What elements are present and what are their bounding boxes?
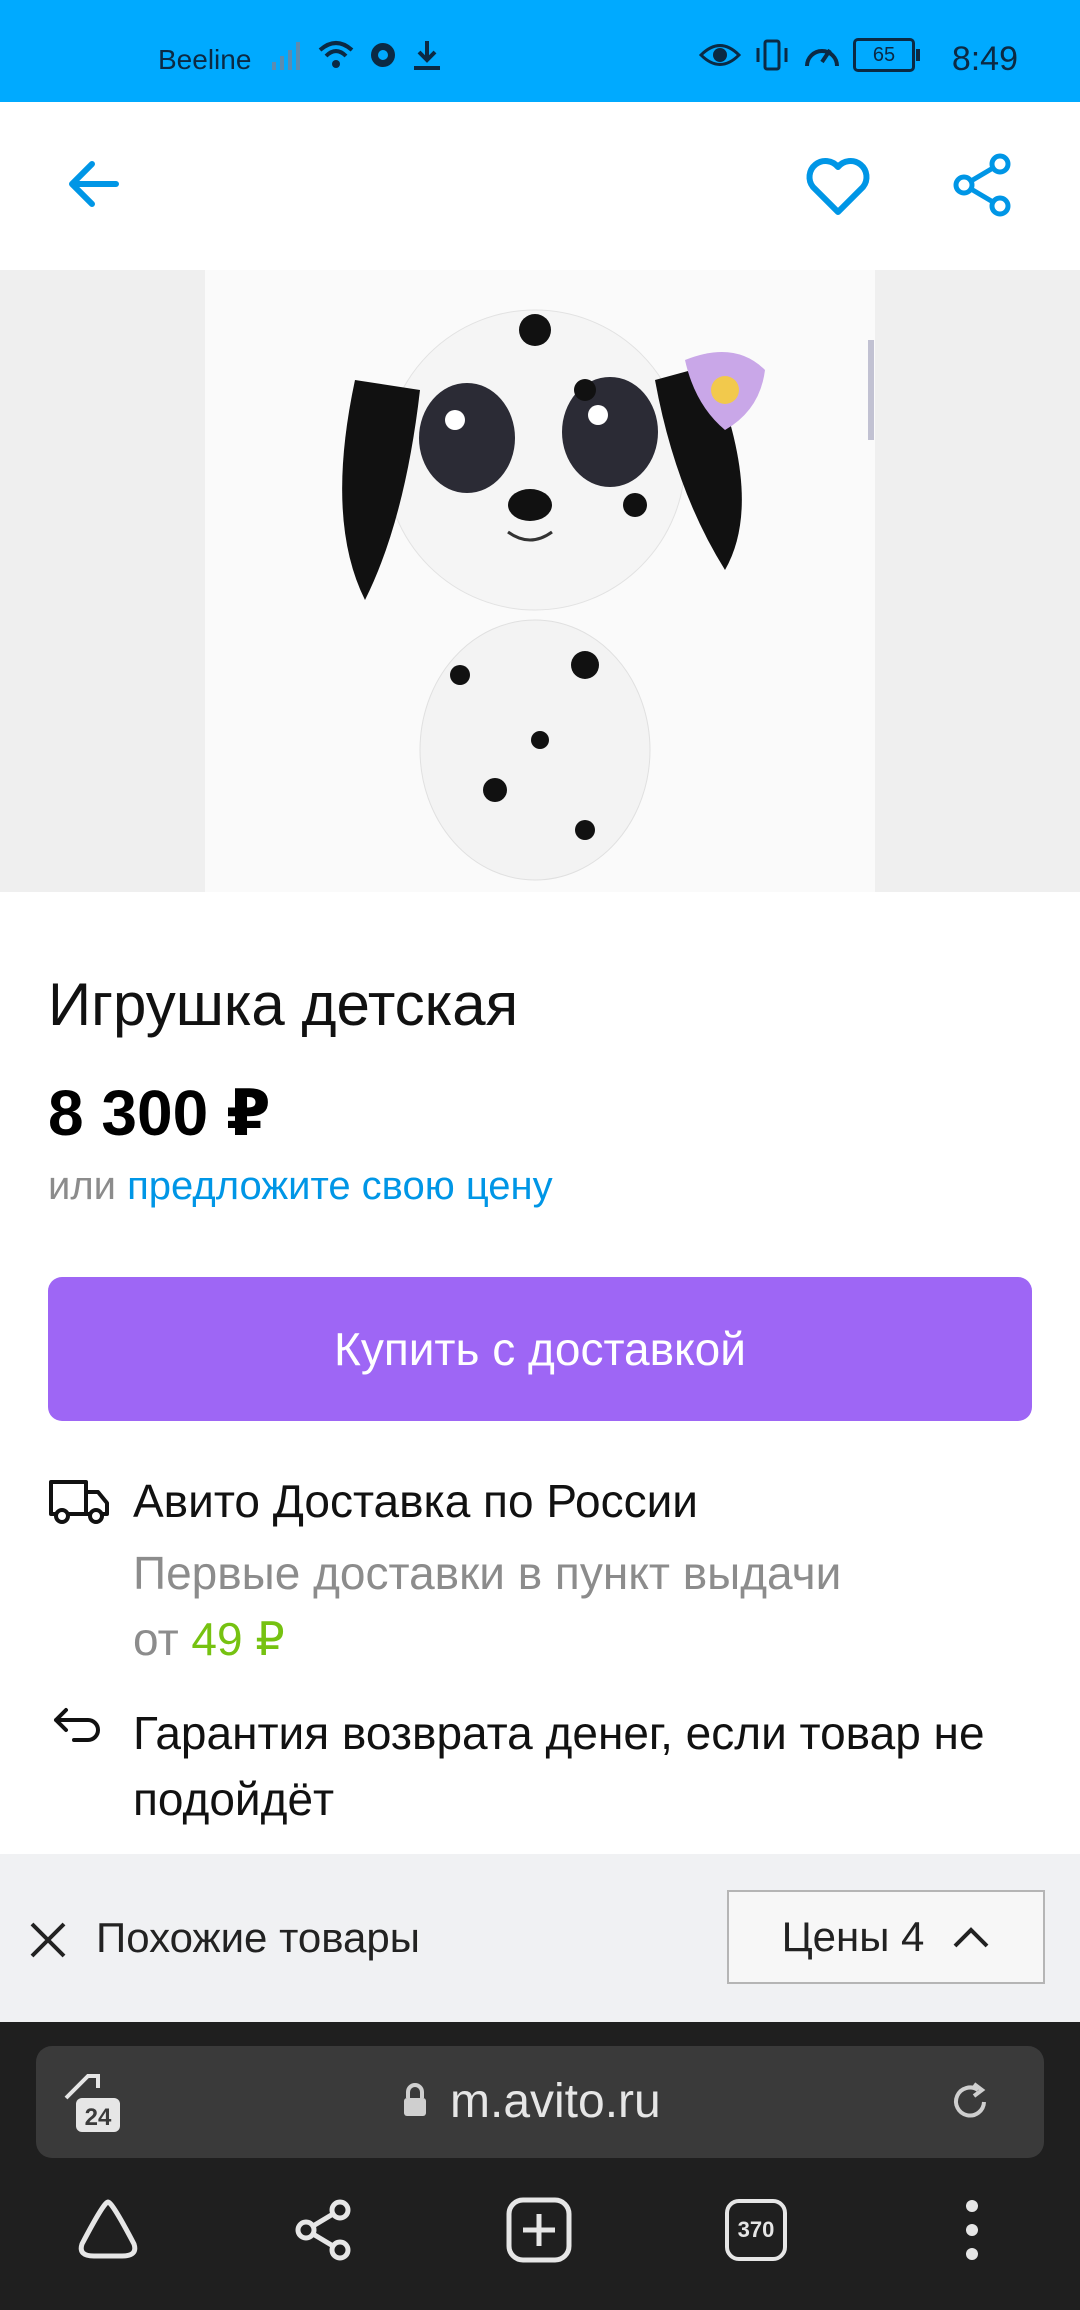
share-icon[interactable] (288, 2194, 360, 2266)
vibrate-icon (756, 39, 788, 71)
next-photo-peek (868, 340, 874, 440)
tabs-count: 370 (737, 2217, 775, 2242)
address-bar[interactable]: 24 m.avito.ru (36, 2046, 1044, 2158)
browser-bottom-nav: 370 (0, 2194, 1080, 2294)
wifi-icon (318, 41, 354, 68)
return-arrow-icon (54, 1708, 100, 1742)
delivery-price-prefix: от (133, 1613, 192, 1665)
photo-gallery[interactable] (0, 270, 1080, 892)
close-icon[interactable] (28, 1920, 68, 1960)
chevron-up-icon (954, 1927, 989, 1948)
tabs-count-icon: 370 (725, 2199, 787, 2261)
toy-dalmatian-image (205, 270, 875, 892)
prices-label: Цены 4 (781, 1913, 925, 1960)
settings-icon (371, 43, 395, 67)
tabs-badge: 24 (85, 2104, 112, 2131)
listing-price: 8 300 ₽ (48, 1077, 271, 1149)
heart-icon[interactable] (803, 152, 873, 222)
offer-price-link[interactable]: предложите свою цену (127, 1164, 553, 1208)
price-offer: или предложите свою цену (48, 1164, 553, 1209)
battery-icon: 65 (853, 38, 920, 72)
status-right-icons: 65 (699, 38, 920, 72)
signal-icon (272, 42, 300, 70)
delivery-price-line: от 49 ₽ (133, 1606, 993, 1672)
arrow-left-icon[interactable] (62, 152, 126, 216)
recent-tabs-icon[interactable]: 24 (58, 2068, 126, 2136)
more-menu-icon[interactable] (936, 2194, 1008, 2266)
delivery-price: 49 ₽ (191, 1613, 285, 1665)
url-text[interactable]: m.avito.ru (450, 2074, 661, 2129)
eye-icon (699, 44, 741, 66)
battery-level: 65 (872, 43, 896, 66)
status-bar: Beeline 65 8:49 (0, 0, 1080, 102)
tabs-overview-button[interactable]: 370 (720, 2194, 792, 2266)
speed-icon (805, 48, 839, 67)
new-tab-icon[interactable] (503, 2194, 575, 2266)
home-icon[interactable] (72, 2194, 144, 2266)
delivery-subtitle: Первые доставки в пункт выдачи от 49 ₽ (133, 1540, 993, 1672)
listing-title: Игрушка детская (48, 971, 519, 1038)
delivery-title: Авито Доставка по России (133, 1475, 698, 1527)
top-navigation (0, 102, 1080, 270)
similar-items-label[interactable]: Похожие товары (96, 1914, 420, 1962)
offer-prefix: или (48, 1164, 128, 1208)
status-left-icons (270, 38, 444, 72)
money-back-guarantee: Гарантия возврата денег, если товар не п… (133, 1707, 985, 1825)
product-photo[interactable] (205, 270, 875, 892)
clock: 8:49 (951, 40, 1018, 78)
carrier-label: Beeline (158, 44, 252, 75)
prices-button[interactable]: Цены 4 (727, 1890, 1045, 1984)
share-icon[interactable] (950, 152, 1016, 218)
lock-icon (404, 2083, 426, 2116)
similar-items-bar: Похожие товары Цены 4 (0, 1854, 1080, 2022)
delivery-description: Первые доставки в пункт выдачи (133, 1547, 842, 1599)
browser-toolbar: 24 m.avito.ru 370 (0, 2022, 1080, 2310)
download-icon (414, 41, 440, 70)
reload-icon[interactable] (948, 2080, 992, 2124)
buy-with-delivery-button[interactable]: Купить с доставкой (48, 1277, 1032, 1421)
truck-icon (49, 1480, 109, 1524)
